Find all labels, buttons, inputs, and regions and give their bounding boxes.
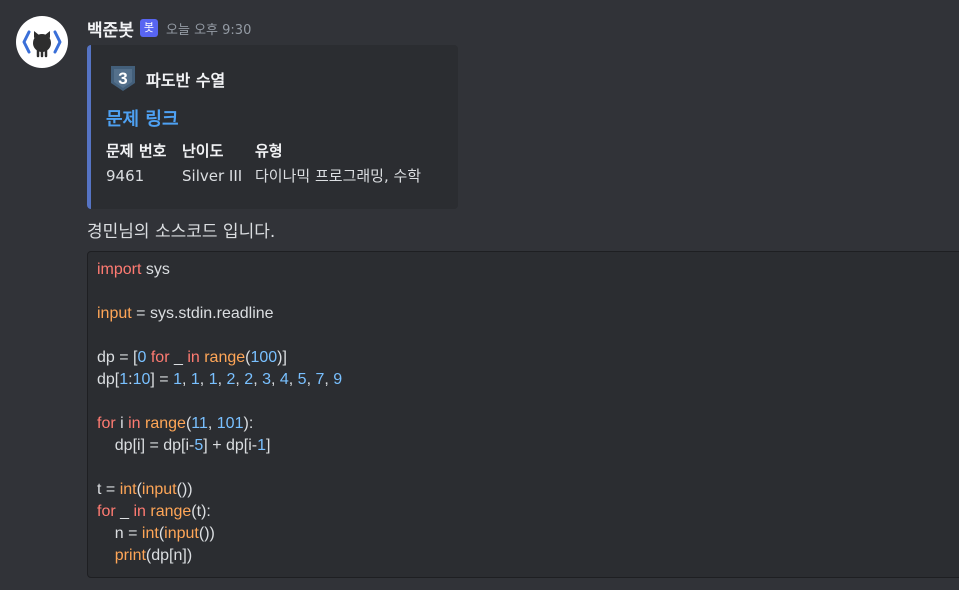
code-token: , <box>207 415 217 432</box>
code-token: 9 <box>333 371 343 388</box>
code-token: ] <box>266 437 271 454</box>
code-token: for <box>97 415 116 432</box>
message-content: 경민님의 소스코드 입니다. <box>87 222 276 242</box>
code-token: ()) <box>176 481 193 498</box>
code-token: , <box>288 371 298 388</box>
code-line: for i in range(11, 101): <box>97 415 253 432</box>
code-token: 1 <box>208 371 218 388</box>
code-token: input <box>97 305 132 322</box>
code-token: _ <box>115 503 134 520</box>
code-token: 1 <box>119 371 129 388</box>
code-line: n = int(input()) <box>97 525 215 542</box>
code-line: print(dp[n]) <box>97 547 192 564</box>
code-token: i <box>115 415 129 432</box>
code-token: 4 <box>279 371 289 388</box>
code-token: )] <box>277 349 287 366</box>
code-token: _ <box>169 349 188 366</box>
code-token: range <box>204 349 246 366</box>
code-token: , <box>324 371 334 388</box>
code-token: = sys.stdin.readline <box>131 305 274 322</box>
code-token: for <box>97 503 116 520</box>
field-value: Silver III <box>182 167 243 185</box>
bot-badge: 봇 <box>139 19 159 37</box>
field-value: 9461 <box>106 167 145 185</box>
code-token: (dp[n]) <box>145 547 193 564</box>
code-token: 2 <box>244 371 254 388</box>
username[interactable]: 백준봇 <box>87 16 134 41</box>
code-token: 11 <box>191 415 208 432</box>
code-token: range <box>150 503 192 520</box>
code-token: input <box>141 481 177 498</box>
code-token: dp = [ <box>97 349 138 366</box>
code-token: (t): <box>191 503 211 520</box>
code-line: input = sys.stdin.readline <box>97 305 274 322</box>
code-token: 1 <box>257 437 267 454</box>
code-token: dp[i] = dp[i- <box>97 437 195 454</box>
bot-avatar[interactable] <box>16 16 68 68</box>
field-name: 난이도 <box>182 142 224 160</box>
chat-message: 백준봇 봇 오늘 오후 9:30 3 파도반 수열 문제 링크 문제 번호 94… <box>87 14 959 578</box>
field-problem-number: 문제 번호 9461 <box>106 141 166 186</box>
field-name: 유형 <box>255 142 283 160</box>
code-token: 1 <box>190 371 200 388</box>
code-token: in <box>128 415 141 432</box>
silver-tier-icon: 3 <box>111 66 135 91</box>
code-token: ] + dp[i- <box>203 437 258 454</box>
code-token: ): <box>243 415 254 432</box>
source-code: import sys input = sys.stdin.readline dp… <box>97 259 342 567</box>
github-octocat-icon <box>22 30 62 58</box>
code-token: 100 <box>250 349 278 366</box>
field-type: 유형 다이나믹 프로그래밍, 수학 <box>255 141 421 186</box>
code-token: in <box>187 349 200 366</box>
code-token: range <box>145 415 186 432</box>
code-token: ()) <box>198 525 215 542</box>
code-token: sys <box>141 261 170 278</box>
field-name: 문제 번호 <box>106 142 167 160</box>
message-timestamp[interactable]: 오늘 오후 9:30 <box>166 19 251 38</box>
code-token: import <box>97 261 142 278</box>
problem-title: 파도반 수열 <box>146 71 226 90</box>
field-difficulty: 난이도 Silver III <box>182 141 242 186</box>
field-value: 다이나믹 프로그래밍, 수학 <box>255 167 422 185</box>
code-line: dp[i] = dp[i-5] + dp[i-1] <box>97 437 271 454</box>
problem-embed: 3 파도반 수열 문제 링크 문제 번호 9461 난이도 Silver III… <box>87 45 458 209</box>
code-token: for <box>150 349 170 366</box>
code-token: n = <box>97 525 142 542</box>
code-line: dp = [0 for _ in range(100)] <box>97 349 287 366</box>
code-token: 5 <box>297 371 307 388</box>
code-line: for _ in range(t): <box>97 503 211 520</box>
code-token: print <box>114 547 146 564</box>
code-token: , <box>253 371 263 388</box>
message-header: 백준봇 봇 오늘 오후 9:30 <box>87 14 959 42</box>
code-token: , <box>199 371 209 388</box>
code-token: , <box>270 371 280 388</box>
code-token: in <box>133 503 146 520</box>
tier-number: 3 <box>118 69 127 88</box>
code-token: 101 <box>216 415 244 432</box>
code-block[interactable]: import sys input = sys.stdin.readline dp… <box>87 251 959 578</box>
code-token: , <box>235 371 245 388</box>
code-token: 10 <box>132 371 151 388</box>
problem-link[interactable]: 문제 링크 <box>106 105 179 131</box>
code-token: 1 <box>173 371 182 388</box>
code-token: dp[ <box>97 371 120 388</box>
code-token: int <box>141 525 159 542</box>
code-token: , <box>182 371 191 388</box>
code-token: 3 <box>262 371 271 388</box>
code-token: ] = <box>150 371 174 388</box>
code-line: import sys <box>97 261 170 278</box>
code-token: int <box>119 481 137 498</box>
code-token: t = <box>97 481 120 498</box>
code-line: dp[1:10] = 1, 1, 1, 2, 2, 3, 4, 5, 7, 9 <box>97 371 342 388</box>
code-token: input <box>164 525 199 542</box>
code-line: t = int(input()) <box>97 481 193 498</box>
code-token: 5 <box>194 437 204 454</box>
